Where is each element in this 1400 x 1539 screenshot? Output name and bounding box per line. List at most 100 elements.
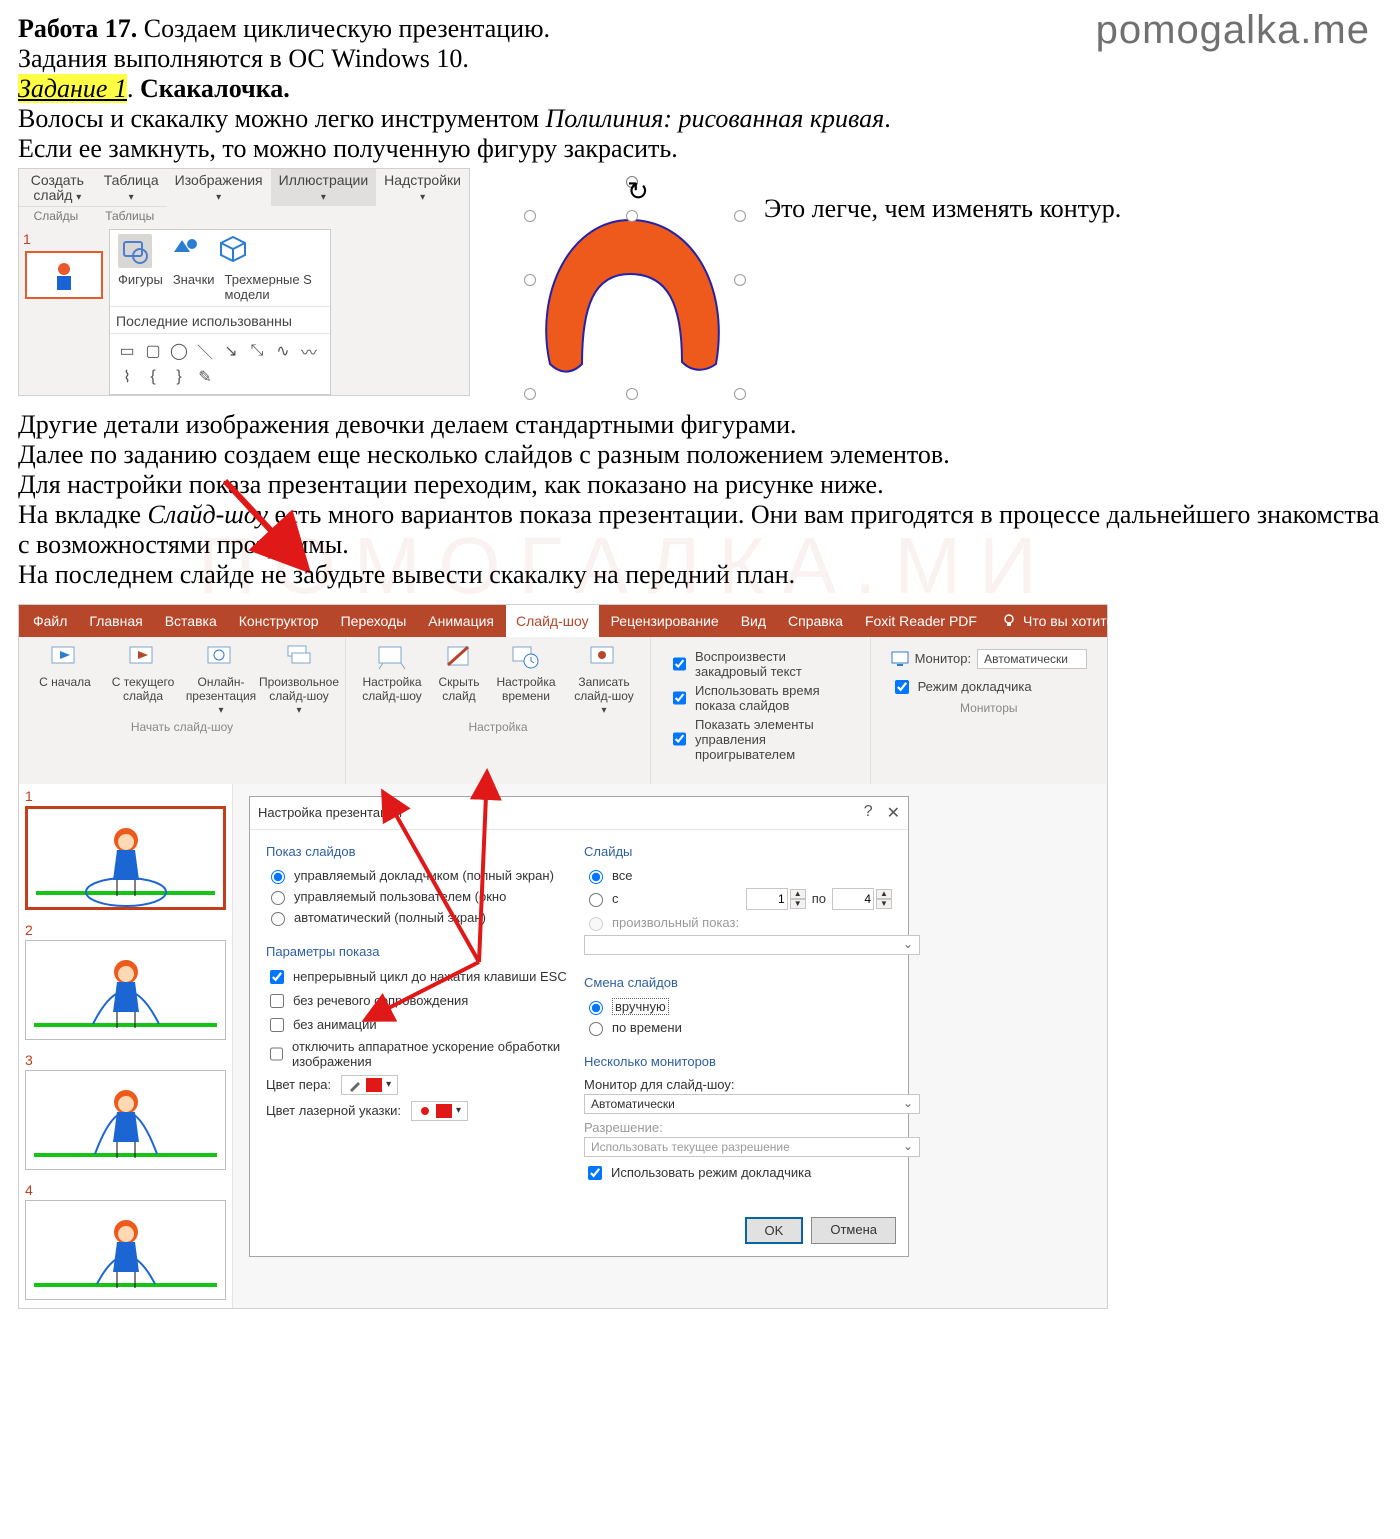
chk-controls-label: Показать элементы управления проигрывате… xyxy=(695,717,852,762)
lbl-setup-show: Настройка слайд-шоу xyxy=(356,675,428,703)
chk-noanim[interactable]: без анимации xyxy=(266,1015,574,1035)
btn-illustrations-label: Иллюстрации xyxy=(279,172,369,188)
laser-color-button[interactable]: ▾ xyxy=(411,1101,468,1121)
cancel-button[interactable]: Отмена xyxy=(811,1217,896,1244)
slide-thumb-4[interactable]: 4 xyxy=(19,1178,232,1308)
monitor-label: Монитор: xyxy=(915,651,972,666)
chk-nonarr[interactable]: без речевого сопровождения xyxy=(266,991,574,1011)
icons-icon[interactable] xyxy=(170,234,200,264)
btn-shapes[interactable] xyxy=(118,234,152,268)
spin-down-icon[interactable]: ▼ xyxy=(790,899,806,909)
monitor-icon xyxy=(891,651,909,667)
grp-start-show: Начать слайд-шоу xyxy=(29,716,335,738)
lbl-custom-show: Произвольное слайд-шоу xyxy=(259,675,339,703)
btn-table[interactable]: Таблица▾ xyxy=(96,169,167,206)
tab-file[interactable]: Файл xyxy=(23,605,77,637)
slide-thumb-2[interactable]: 2 xyxy=(19,918,232,1048)
tab-home[interactable]: Главная xyxy=(79,605,152,637)
btn-hide-slide[interactable]: Скрыть слайд xyxy=(434,643,484,703)
chk-controls[interactable]: Показать элементы управления проигрывате… xyxy=(669,717,852,762)
lbl-icons: Значки xyxy=(173,272,215,302)
slide-thumb-1[interactable]: 1 xyxy=(19,784,232,918)
spin-down-icon[interactable]: ▼ xyxy=(876,899,892,909)
close-icon[interactable]: ✕ xyxy=(887,803,900,823)
from-input[interactable] xyxy=(746,888,788,910)
pen-color-button[interactable]: ▾ xyxy=(341,1075,398,1095)
chk-timings[interactable]: Использовать время показа слайдов xyxy=(669,683,852,713)
btn-images[interactable]: Изображения▾ xyxy=(167,169,271,206)
work-label: Работа 17. xyxy=(18,14,137,43)
resize-handle[interactable] xyxy=(626,210,638,222)
radio-all[interactable]: все xyxy=(584,867,892,884)
mid-p1: Другие детали изображения девочки делаем… xyxy=(18,410,1382,440)
fs-slides: Слайды xyxy=(584,844,892,859)
monitor-select[interactable]: Автоматически xyxy=(977,649,1087,669)
btn-table-label: Таблица xyxy=(104,172,159,188)
chk-nohw[interactable]: отключить аппаратное ускорение обработки… xyxy=(266,1039,574,1069)
grp-slides: Слайды xyxy=(19,206,93,225)
btn-setup-show[interactable]: Настройка слайд-шоу xyxy=(356,643,428,703)
chk-narration[interactable]: Воспроизвести закадровый текст xyxy=(669,649,852,679)
resize-handle[interactable] xyxy=(734,210,746,222)
site-watermark: pomogalka.me xyxy=(1096,8,1370,53)
monitor-select-dlg[interactable]: Автоматически xyxy=(584,1094,920,1114)
mid-p3: Для настройки показа презентации переход… xyxy=(18,470,1382,500)
resize-handle[interactable] xyxy=(626,388,638,400)
slide-thumb-3[interactable]: 3 xyxy=(19,1048,232,1178)
chk-narration-label: Воспроизвести закадровый текст xyxy=(695,649,852,679)
radio-timing-label: по времени xyxy=(612,1020,682,1035)
btn-from-start[interactable]: С начала xyxy=(29,643,101,689)
tell-me[interactable]: Что вы хотите сделать? xyxy=(989,613,1190,629)
rotate-handle-icon[interactable]: ↻ xyxy=(626,176,638,188)
radio-manual[interactable]: вручную xyxy=(584,998,892,1015)
btn-addins[interactable]: Надстройки▾ xyxy=(376,169,469,206)
tool-name: Полилиния: рисованная кривая xyxy=(546,104,885,133)
spin-up-icon[interactable]: ▲ xyxy=(790,889,806,899)
dialog-title: Настройка презентации xyxy=(258,805,402,820)
btn-addins-label: Надстройки xyxy=(384,172,461,188)
lbl-shapes: Фигуры xyxy=(118,272,163,302)
radio-timing[interactable]: по времени xyxy=(584,1019,892,1036)
chk-presenter[interactable]: Режим докладчика xyxy=(891,677,1087,697)
intro-line-1: Волосы и скакалку можно легко инструмент… xyxy=(18,104,1382,134)
btn-rehearse[interactable]: Настройка времени xyxy=(490,643,562,703)
mid-p2: Далее по заданию создаем еще несколько с… xyxy=(18,440,1382,470)
lbl-hide-slide: Скрыть слайд xyxy=(434,675,484,703)
resize-handle[interactable] xyxy=(524,274,536,286)
btn-new-slide[interactable]: Создать слайд ▾ xyxy=(19,169,96,206)
btn-custom-show[interactable]: Произвольное слайд-шоу ▾ xyxy=(263,643,335,716)
shapes-dropdown: Фигуры Значки Трехмерные S модели Послед… xyxy=(109,229,331,395)
radio-auto[interactable]: автоматический (полный экран) xyxy=(266,909,574,926)
intro-line-2: Если ее замкнуть, то можно полученную фи… xyxy=(18,134,1382,164)
btn-record[interactable]: Записать слайд-шоу ▾ xyxy=(568,643,640,716)
resize-handle[interactable] xyxy=(734,388,746,400)
hair-svg xyxy=(530,214,730,384)
radio-speaker[interactable]: управляемый докладчиком (полный экран) xyxy=(266,867,574,884)
radio-speaker-label: управляемый докладчиком (полный экран) xyxy=(294,868,554,883)
chk-use-presenter[interactable]: Использовать режим докладчика xyxy=(584,1163,892,1183)
to-input[interactable] xyxy=(832,888,874,910)
btn-illustrations[interactable]: Иллюстрации▾ xyxy=(271,169,377,206)
models-icon[interactable] xyxy=(218,234,248,264)
resize-handle[interactable] xyxy=(734,274,746,286)
lbl-rehearse: Настройка времени xyxy=(490,675,562,703)
radio-user[interactable]: управляемый пользователем (окно xyxy=(266,888,574,905)
btn-online[interactable]: Онлайн-презентация ▾ xyxy=(185,643,257,716)
spin-up-icon[interactable]: ▲ xyxy=(876,889,892,899)
radio-user-label: управляемый пользователем (окно xyxy=(294,889,506,904)
chk-nonarr-label: без речевого сопровождения xyxy=(293,993,468,1008)
slide-thumb-1[interactable] xyxy=(25,251,103,299)
radio-from[interactable]: с ▲▼ по ▲▼ xyxy=(584,888,892,910)
resolution-label: Разрешение: xyxy=(584,1120,892,1135)
radio-manual-label: вручную xyxy=(612,998,669,1015)
resize-handle[interactable] xyxy=(524,388,536,400)
help-icon[interactable]: ? xyxy=(864,803,873,823)
setup-show-dialog: Настройка презентации ? ✕ Показ слайдов … xyxy=(249,796,909,1257)
radio-auto-label: автоматический (полный экран) xyxy=(294,910,486,925)
btn-from-current[interactable]: С текущего слайда xyxy=(107,643,179,703)
resize-handle[interactable] xyxy=(524,210,536,222)
shapes-grid[interactable]: ▭▢◯＼↘⤡∿ 〰⌇{}✎ xyxy=(110,334,330,394)
ok-button[interactable]: OK xyxy=(745,1217,804,1244)
chk-loop[interactable]: непрерывный цикл до нажатия клавиши ESC xyxy=(266,967,574,987)
thumbnail-panel: 1 xyxy=(19,225,109,395)
